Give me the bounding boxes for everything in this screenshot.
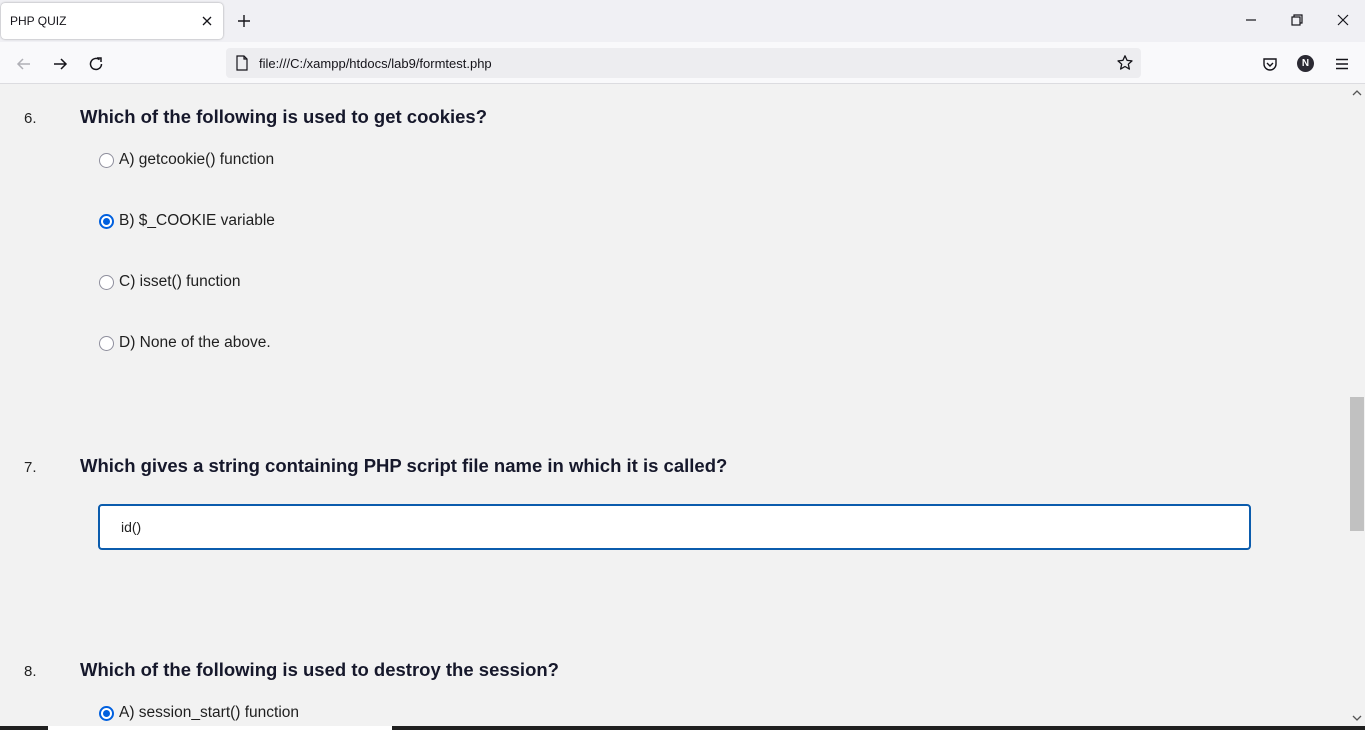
browser-tab[interactable]: PHP QUIZ <box>1 3 223 39</box>
bookmark-star-icon[interactable] <box>1116 54 1134 72</box>
option-label: B) $_COOKIE variable <box>119 212 275 229</box>
restore-icon[interactable] <box>1290 13 1304 27</box>
option-b[interactable]: B) $_COOKIE variable <box>99 211 275 231</box>
option-label: A) session_start() function <box>119 704 300 721</box>
taskbar-edge <box>0 726 1365 730</box>
radio-button[interactable] <box>99 335 114 351</box>
question-number: 6. <box>24 110 37 127</box>
minimize-icon[interactable] <box>1244 13 1258 27</box>
url-bar[interactable]: file:///C:/xampp/htdocs/lab9/formtest.ph… <box>226 48 1141 78</box>
close-tab-icon[interactable] <box>199 13 215 29</box>
radio-button-selected[interactable] <box>99 213 114 229</box>
menu-icon[interactable] <box>1333 55 1351 73</box>
page-content: 6. Which of the following is used to get… <box>0 85 1349 726</box>
question-text: Which gives a string containing PHP scri… <box>80 455 728 476</box>
radio-button[interactable] <box>99 152 114 168</box>
question-number: 7. <box>24 459 37 476</box>
url-text: file:///C:/xampp/htdocs/lab9/formtest.ph… <box>259 56 492 71</box>
close-window-icon[interactable] <box>1336 13 1350 27</box>
scroll-up-icon[interactable] <box>1352 88 1362 98</box>
taskbar-segment <box>48 726 392 730</box>
scrollbar-thumb[interactable] <box>1350 397 1364 531</box>
scroll-down-icon[interactable] <box>1352 713 1362 723</box>
question-text: Which of the following is used to get co… <box>80 106 488 127</box>
question-number: 8. <box>24 663 37 680</box>
forward-icon[interactable] <box>51 55 69 73</box>
question-text: Which of the following is used to destro… <box>80 659 559 680</box>
radio-button-selected[interactable] <box>99 705 114 721</box>
page-icon <box>236 55 248 71</box>
option-d[interactable]: D) None of the above. <box>99 333 271 353</box>
radio-button[interactable] <box>99 274 114 290</box>
reload-icon[interactable] <box>87 55 105 73</box>
account-avatar[interactable]: N <box>1297 55 1314 72</box>
tab-strip: PHP QUIZ <box>0 0 1365 42</box>
option-a[interactable]: A) getcookie() function <box>99 150 274 170</box>
option-label: A) getcookie() function <box>119 151 275 168</box>
nav-toolbar: file:///C:/xampp/htdocs/lab9/formtest.ph… <box>0 42 1365 84</box>
vertical-scrollbar[interactable] <box>1349 85 1365 726</box>
new-tab-icon[interactable] <box>236 13 252 29</box>
back-icon[interactable] <box>15 55 33 73</box>
answer-input[interactable] <box>98 504 1251 550</box>
pocket-icon[interactable] <box>1261 55 1279 73</box>
tab-title: PHP QUIZ <box>10 14 67 28</box>
option-a[interactable]: A) session_start() function <box>99 703 299 723</box>
option-c[interactable]: C) isset() function <box>99 272 240 292</box>
option-label: D) None of the above. <box>119 334 271 351</box>
option-label: C) isset() function <box>119 273 241 290</box>
